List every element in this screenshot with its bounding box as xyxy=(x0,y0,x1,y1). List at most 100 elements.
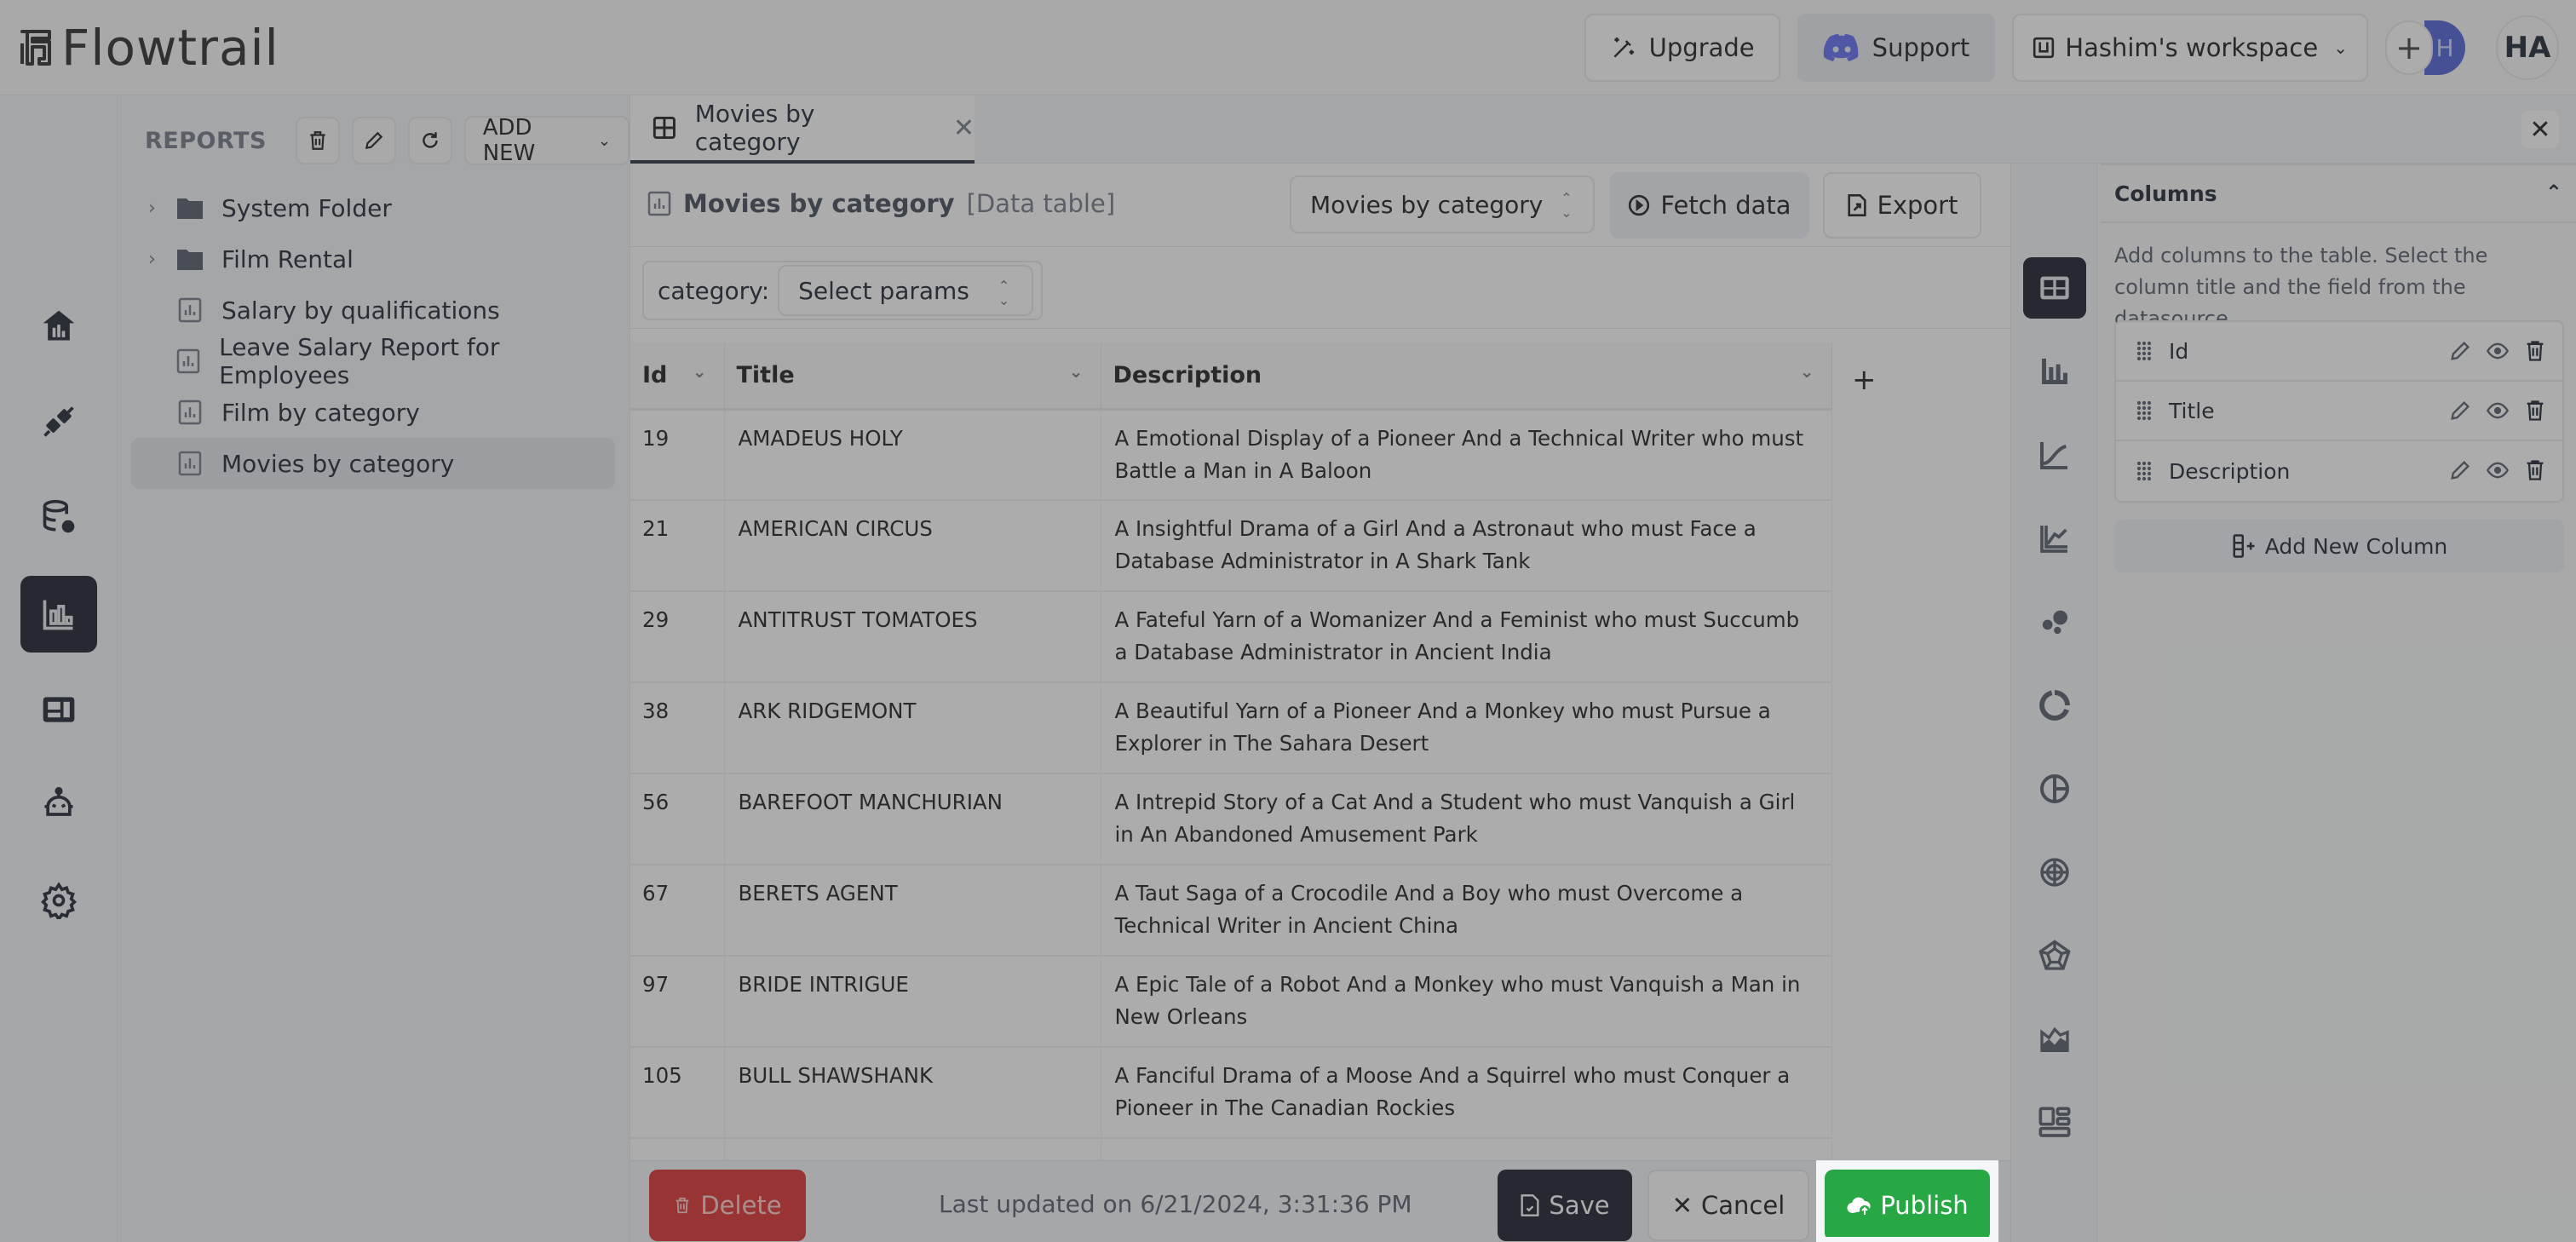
edit-report-button[interactable] xyxy=(351,117,396,164)
rail-item-ai[interactable] xyxy=(20,767,97,843)
eye-icon[interactable] xyxy=(2486,339,2510,363)
polar-area-chart-icon xyxy=(2040,858,2069,887)
cell-description: A Fanciful Drama of a Moose And a Squirr… xyxy=(1101,1047,1832,1139)
chevron-right-icon[interactable]: › xyxy=(148,249,165,270)
delete-button[interactable]: Delete xyxy=(649,1170,806,1241)
tree-item-report-active[interactable]: Movies by category xyxy=(131,438,615,489)
trash-icon[interactable] xyxy=(2523,339,2547,363)
tree-item-report[interactable]: Film by category xyxy=(131,387,615,438)
column-item[interactable]: Id xyxy=(2116,322,2562,382)
chevron-down-icon[interactable]: ⌄ xyxy=(1800,361,1814,382)
table-row[interactable]: 105 BULL SHAWSHANK A Fanciful Drama of a M… xyxy=(630,1047,1832,1139)
tab-movies-by-category[interactable]: Movies by category ✕ xyxy=(630,95,975,164)
eye-icon[interactable] xyxy=(2486,399,2510,423)
rail-item-reports[interactable] xyxy=(20,576,97,653)
close-icon: ✕ xyxy=(1671,1191,1693,1220)
doughnut-chart-icon xyxy=(2039,690,2070,721)
chevron-down-icon[interactable]: ⌄ xyxy=(1069,361,1084,382)
chart-type-polar[interactable] xyxy=(2023,842,2086,903)
table-row[interactable]: 21 AMERICAN CIRCUS A Insightful Drama of a… xyxy=(630,500,1832,592)
support-button[interactable]: Support xyxy=(1797,14,1996,82)
chevron-right-icon[interactable]: › xyxy=(148,198,165,219)
tree-item-label: Film Rental xyxy=(221,244,354,273)
param-category: category: Select params ⌃ ⌄ xyxy=(642,261,1043,320)
chart-type-line[interactable] xyxy=(2023,424,2086,486)
chart-type-layout[interactable] xyxy=(2023,1092,2086,1153)
tree-item-report[interactable]: Leave Salary Report for Employees xyxy=(131,333,615,389)
cell-empty xyxy=(724,1138,1101,1160)
eye-icon[interactable] xyxy=(2486,458,2510,482)
rail-item-settings[interactable] xyxy=(20,862,97,939)
pie-chart-icon xyxy=(2040,774,2069,803)
column-item-label: Title xyxy=(2169,398,2215,423)
pencil-icon[interactable] xyxy=(2448,339,2472,363)
tree-item-report[interactable]: Salary by qualifications xyxy=(131,285,615,336)
bar-chart-icon xyxy=(43,600,73,630)
flowtrail-logo-icon xyxy=(20,29,51,66)
chart-type-scatter[interactable] xyxy=(2023,591,2086,653)
chart-type-bar[interactable] xyxy=(2023,341,2086,402)
param-select[interactable]: Select params ⌃ ⌄ xyxy=(778,265,1034,316)
add-column-button[interactable]: + xyxy=(1852,363,1877,397)
app-logo[interactable]: Flowtrail xyxy=(19,19,279,77)
export-button[interactable]: Export xyxy=(1823,172,1981,239)
dashboard-icon xyxy=(43,697,75,722)
cell-id: 38 xyxy=(630,682,725,774)
chart-type-multiline[interactable] xyxy=(2023,508,2086,569)
table-row[interactable]: 19 AMADEUS HOLY A Emotional Display of a P… xyxy=(630,409,1832,501)
fetch-data-button[interactable]: Fetch data xyxy=(1610,172,1809,239)
action-bar: Delete Last updated on 6/21/2024, 3:31:3… xyxy=(630,1160,2010,1242)
workspace-selector[interactable]: Hashim's workspace ⌄ xyxy=(2012,14,2368,82)
table-row[interactable]: 38 ARK RIDGEMONT A Beautiful Yarn of a Pio… xyxy=(630,682,1832,774)
table-row[interactable]: 56 BAREFOOT MANCHURIAN A Intrepid Story of… xyxy=(630,773,1832,865)
pencil-icon[interactable] xyxy=(2448,458,2472,482)
user-avatar[interactable]: HA xyxy=(2496,15,2559,80)
column-header-id[interactable]: Id ⌄ xyxy=(630,342,725,411)
tree-item-folder[interactable]: › Film Rental xyxy=(131,233,615,285)
upgrade-button[interactable]: Upgrade xyxy=(1584,14,1780,82)
rail-item-home[interactable] xyxy=(20,288,97,365)
column-header-description[interactable]: Description ⌄ xyxy=(1101,342,1832,411)
trash-icon[interactable] xyxy=(2523,399,2547,423)
tree-item-folder[interactable]: › System Folder xyxy=(131,182,615,233)
save-button[interactable]: Save xyxy=(1498,1170,1632,1241)
chevron-down-icon[interactable]: ⌄ xyxy=(693,361,707,382)
chevron-up-icon[interactable]: ⌃ xyxy=(2545,181,2562,204)
cancel-button[interactable]: ✕ Cancel xyxy=(1647,1170,1809,1241)
add-new-column-button[interactable]: Add New Column xyxy=(2114,520,2564,572)
chart-type-radar[interactable] xyxy=(2023,925,2086,986)
folder-icon xyxy=(175,193,204,222)
rail-item-connections[interactable] xyxy=(20,383,97,460)
chart-type-doughnut[interactable] xyxy=(2023,675,2086,736)
drag-handle-icon[interactable] xyxy=(2136,461,2152,481)
save-label: Save xyxy=(1549,1191,1610,1220)
rail-item-dashboards[interactable] xyxy=(20,671,97,748)
chart-type-area[interactable] xyxy=(2023,1009,2086,1070)
drag-handle-icon[interactable] xyxy=(2136,341,2152,361)
chart-type-pie[interactable] xyxy=(2023,758,2086,819)
reports-title: REPORTS xyxy=(145,127,267,154)
table-row[interactable]: 29 ANTITRUST TOMATOES A Fateful Yarn of a … xyxy=(630,591,1832,683)
pencil-icon xyxy=(365,131,382,150)
table-row[interactable]: 97 BRIDE INTRIGUE A Epic Tale of a Robot A… xyxy=(630,956,1832,1048)
file-export-icon xyxy=(1847,194,1866,216)
table-row[interactable]: 67 BERETS AGENT A Taut Saga of a Crocodile… xyxy=(630,865,1832,957)
close-tab-icon[interactable]: ✕ xyxy=(953,113,975,143)
chart-type-table[interactable] xyxy=(2023,257,2086,319)
datasource-select[interactable]: Movies by category ⌃ ⌄ xyxy=(1290,175,1595,233)
pencil-icon[interactable] xyxy=(2448,399,2472,423)
refresh-button[interactable] xyxy=(407,117,452,164)
column-item[interactable]: Description xyxy=(2116,441,2562,501)
close-panel-icon[interactable]: ✕ xyxy=(2521,111,2559,148)
columns-panel-header[interactable]: Columns ⌃ xyxy=(2101,164,2576,223)
column-header-title[interactable]: Title ⌄ xyxy=(724,342,1101,411)
delete-report-button[interactable] xyxy=(295,117,340,164)
trash-icon[interactable] xyxy=(2523,458,2547,482)
drag-handle-icon[interactable] xyxy=(2136,400,2152,421)
column-item[interactable]: Title xyxy=(2116,382,2562,441)
add-new-dropdown[interactable]: ADD NEW ⌄ xyxy=(463,115,630,166)
add-member-button[interactable]: + xyxy=(2385,20,2433,75)
rail-item-datasources[interactable] xyxy=(20,479,97,555)
tree-item-label: Movies by category xyxy=(221,449,455,478)
cell-empty xyxy=(630,1138,725,1160)
